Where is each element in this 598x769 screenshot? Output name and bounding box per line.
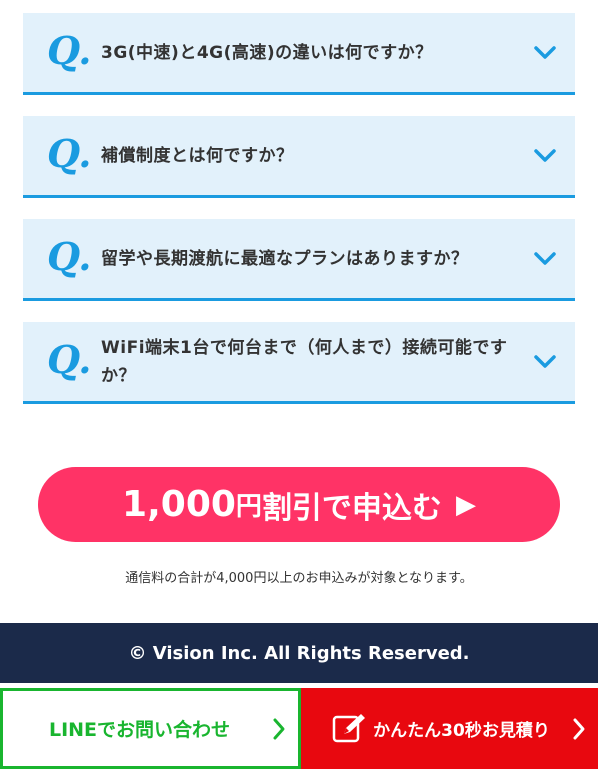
quick-estimate-button[interactable]: かんたん30秒お見積り [301,688,598,769]
line-contact-button[interactable]: LINEでお問い合わせ [0,688,301,769]
copyright-text: © Vision Inc. All Rights Reserved. [128,642,470,664]
faq-item[interactable]: Q. 3G(中速)と4G(高速)の違いは何ですか？ [23,13,575,95]
discount-apply-button[interactable]: 1,000 円 割引で申込む ▶ [38,467,560,542]
chevron-down-icon[interactable] [533,251,557,267]
faq-item[interactable]: Q. WiFi端末1台で何台まで（何人まで）接続可能ですか？ [23,322,575,404]
play-arrow-icon: ▶ [455,489,476,520]
faq-question: 留学や長期渡航に最適なプランはありますか？ [101,248,469,269]
q-mark: Q. [47,27,92,73]
faq-question: 3G(中速)と4G(高速)の違いは何ですか？ [101,42,433,63]
bottom-action-bar: LINEでお問い合わせ かんたん30秒お見積り [0,688,598,769]
faq-item[interactable]: Q. 留学や長期渡航に最適なプランはありますか？ [23,219,575,301]
chevron-down-icon[interactable] [533,354,557,370]
q-mark: Q. [47,233,92,279]
quick-estimate-label: かんたん30秒お見積り [373,721,550,741]
line-contact-label: LINEでお問い合わせ [48,719,231,741]
footer: © Vision Inc. All Rights Reserved. [0,623,598,683]
chevron-down-icon[interactable] [533,45,557,61]
chevron-right-icon [573,718,585,739]
cta-note: 通信料の合計が4,000円以上のお申込みが対象となります。 [125,571,473,586]
cta-yen: 円 [235,492,262,522]
faq-question: WiFi端末1台で何台まで（何人まで）接続可能ですか？ [101,337,508,386]
pencil-icon [332,713,366,742]
faq-item[interactable]: Q. 補償制度とは何ですか？ [23,116,575,198]
cta-label: 割引で申込む [261,490,442,526]
chevron-right-icon [273,718,285,739]
faq-question: 補償制度とは何ですか？ [101,145,294,166]
chevron-down-icon[interactable] [533,148,557,164]
cta-amount: 1,000 [122,484,236,525]
q-mark: Q. [47,336,92,382]
q-mark: Q. [47,130,92,176]
faq-list: Q. 3G(中速)と4G(高速)の違いは何ですか？ Q. 補償制度とは何ですか？… [23,13,575,425]
